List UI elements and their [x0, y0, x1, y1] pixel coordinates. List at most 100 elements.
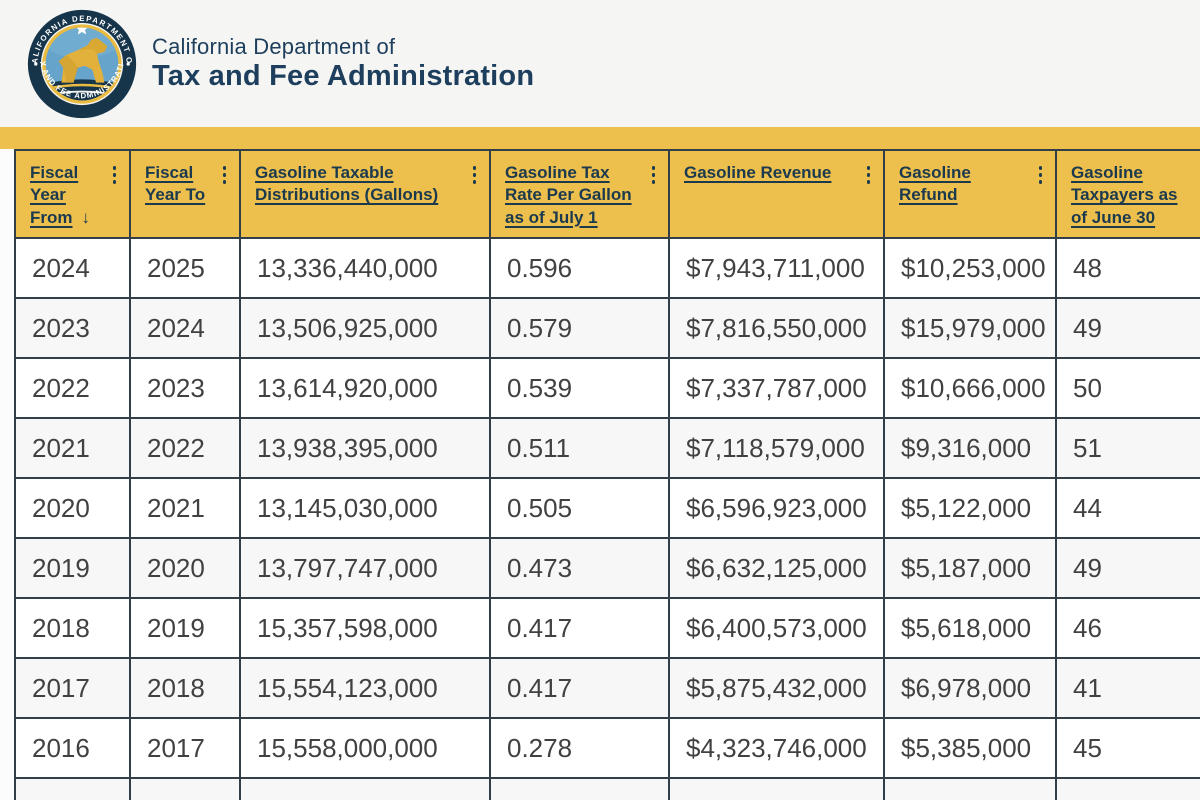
table-cell: 2021	[130, 478, 240, 538]
page: CALIFORNIA DEPARTMENT OF TAX AND FEE ADM…	[0, 0, 1200, 800]
table-cell: 13,938,395,000	[240, 418, 490, 478]
table-cell	[884, 778, 1056, 800]
table-cell: 2018	[130, 658, 240, 718]
column-header-label[interactable]: Gasoline Tax Rate Per Gallon as of July …	[505, 163, 632, 227]
table-cell: 0.511	[490, 418, 669, 478]
table-cell: 2023	[15, 298, 130, 358]
table-cell: 2023	[130, 358, 240, 418]
table-cell	[1056, 778, 1200, 800]
table-row: 2016201715,558,000,0000.278$4,323,746,00…	[15, 718, 1200, 778]
table-cell: $5,875,432,000	[669, 658, 884, 718]
column-header-gasoline-refund[interactable]: Gasoline Refund	[884, 150, 1056, 238]
table-cell: 0.579	[490, 298, 669, 358]
column-menu-icon[interactable]	[865, 164, 873, 186]
table-cell: $5,618,000	[884, 598, 1056, 658]
column-header-label[interactable]: Fiscal Year From	[30, 163, 78, 227]
table-cell: 2024	[130, 298, 240, 358]
table-cell: 0.539	[490, 358, 669, 418]
table-cell: 0.278	[490, 718, 669, 778]
column-header-gasoline-tax-rate[interactable]: Gasoline Tax Rate Per Gallon as of July …	[490, 150, 669, 238]
table-cell: 0.505	[490, 478, 669, 538]
table-cell: 13,506,925,000	[240, 298, 490, 358]
table-row: 2024202513,336,440,0000.596$7,943,711,00…	[15, 238, 1200, 298]
table-cell: $4,323,746,000	[669, 718, 884, 778]
column-header-label[interactable]: Gasoline Revenue	[684, 163, 831, 182]
table-row: 2017201815,554,123,0000.417$5,875,432,00…	[15, 658, 1200, 718]
table-cell: 13,614,920,000	[240, 358, 490, 418]
table-row: 2019202013,797,747,0000.473$6,632,125,00…	[15, 538, 1200, 598]
table-cell: 2021	[15, 418, 130, 478]
table-cell	[240, 778, 490, 800]
column-header-label[interactable]: Fiscal Year To	[145, 163, 205, 204]
table-cell	[15, 778, 130, 800]
accent-band	[0, 127, 1200, 149]
table-cell: 0.473	[490, 538, 669, 598]
table-cell: 2017	[15, 658, 130, 718]
table-cell: $7,943,711,000	[669, 238, 884, 298]
table-cell	[669, 778, 884, 800]
column-header-gasoline-taxable-distributions[interactable]: Gasoline Taxable Distributions (Gallons)	[240, 150, 490, 238]
column-header-label[interactable]: Gasoline Refund	[899, 163, 971, 204]
column-header-gasoline-revenue[interactable]: Gasoline Revenue	[669, 150, 884, 238]
table-cell: 50	[1056, 358, 1200, 418]
table-header-row: Fiscal Year From↓ Fiscal Year To Gasolin…	[15, 150, 1200, 238]
table-row: 2020202113,145,030,0000.505$6,596,923,00…	[15, 478, 1200, 538]
table-cell: $15,979,000	[884, 298, 1056, 358]
table-cell: 2016	[15, 718, 130, 778]
table-cell: 44	[1056, 478, 1200, 538]
table-viewport: Fiscal Year From↓ Fiscal Year To Gasolin…	[0, 149, 1200, 800]
column-header-label[interactable]: Gasoline Taxable Distributions (Gallons)	[255, 163, 438, 204]
table-row: 2022202313,614,920,0000.539$7,337,787,00…	[15, 358, 1200, 418]
table-cell: 15,558,000,000	[240, 718, 490, 778]
table-cell: 2022	[15, 358, 130, 418]
table-body: 2024202513,336,440,0000.596$7,943,711,00…	[15, 238, 1200, 800]
table-cell: $5,187,000	[884, 538, 1056, 598]
table-cell: 46	[1056, 598, 1200, 658]
table-cell: 13,145,030,000	[240, 478, 490, 538]
column-menu-icon[interactable]	[650, 164, 658, 186]
table-cell: 48	[1056, 238, 1200, 298]
table-cell	[130, 778, 240, 800]
table-cell: $7,118,579,000	[669, 418, 884, 478]
table-cell: $7,816,550,000	[669, 298, 884, 358]
table-row: 2018201915,357,598,0000.417$6,400,573,00…	[15, 598, 1200, 658]
table-cell: 0.417	[490, 658, 669, 718]
table-cell: 2022	[130, 418, 240, 478]
column-menu-icon[interactable]	[471, 164, 479, 186]
table-cell: 13,336,440,000	[240, 238, 490, 298]
column-menu-icon[interactable]	[1037, 164, 1045, 186]
table-cell: $10,666,000	[884, 358, 1056, 418]
table-cell: $5,385,000	[884, 718, 1056, 778]
sort-descending-icon: ↓	[82, 207, 91, 229]
column-menu-icon[interactable]	[111, 164, 119, 186]
data-table: Fiscal Year From↓ Fiscal Year To Gasolin…	[14, 149, 1200, 800]
agency-title: California Department of Tax and Fee Adm…	[152, 0, 534, 94]
table-cell: $10,253,000	[884, 238, 1056, 298]
cdtfa-seal-logo[interactable]: CALIFORNIA DEPARTMENT OF TAX AND FEE ADM…	[26, 8, 138, 120]
column-header-label[interactable]: Gasoline Taxpayers as of June 30	[1071, 163, 1177, 227]
table-cell: $7,337,787,000	[669, 358, 884, 418]
table-cell: $9,316,000	[884, 418, 1056, 478]
table-cell: 49	[1056, 538, 1200, 598]
table-row: 2023202413,506,925,0000.579$7,816,550,00…	[15, 298, 1200, 358]
table-cell: $6,400,573,000	[669, 598, 884, 658]
column-header-fiscal-year-from[interactable]: Fiscal Year From↓	[15, 150, 130, 238]
column-menu-icon[interactable]	[221, 164, 229, 186]
table-cell: 0.417	[490, 598, 669, 658]
table-cell: 2020	[15, 478, 130, 538]
agency-title-line1: California Department of	[152, 34, 534, 60]
table-cell: 15,357,598,000	[240, 598, 490, 658]
column-header-gasoline-taxpayers[interactable]: Gasoline Taxpayers as of June 30	[1056, 150, 1200, 238]
table-cell: 0.596	[490, 238, 669, 298]
table-cell: $6,632,125,000	[669, 538, 884, 598]
table-row-partial	[15, 778, 1200, 800]
table-cell: $6,596,923,000	[669, 478, 884, 538]
table-cell: 2019	[15, 538, 130, 598]
table-row: 2021202213,938,395,0000.511$7,118,579,00…	[15, 418, 1200, 478]
table-cell: 2024	[15, 238, 130, 298]
column-header-fiscal-year-to[interactable]: Fiscal Year To	[130, 150, 240, 238]
table-cell: 13,797,747,000	[240, 538, 490, 598]
table-cell: 49	[1056, 298, 1200, 358]
app-header: CALIFORNIA DEPARTMENT OF TAX AND FEE ADM…	[0, 0, 1200, 127]
table-cell: 2020	[130, 538, 240, 598]
